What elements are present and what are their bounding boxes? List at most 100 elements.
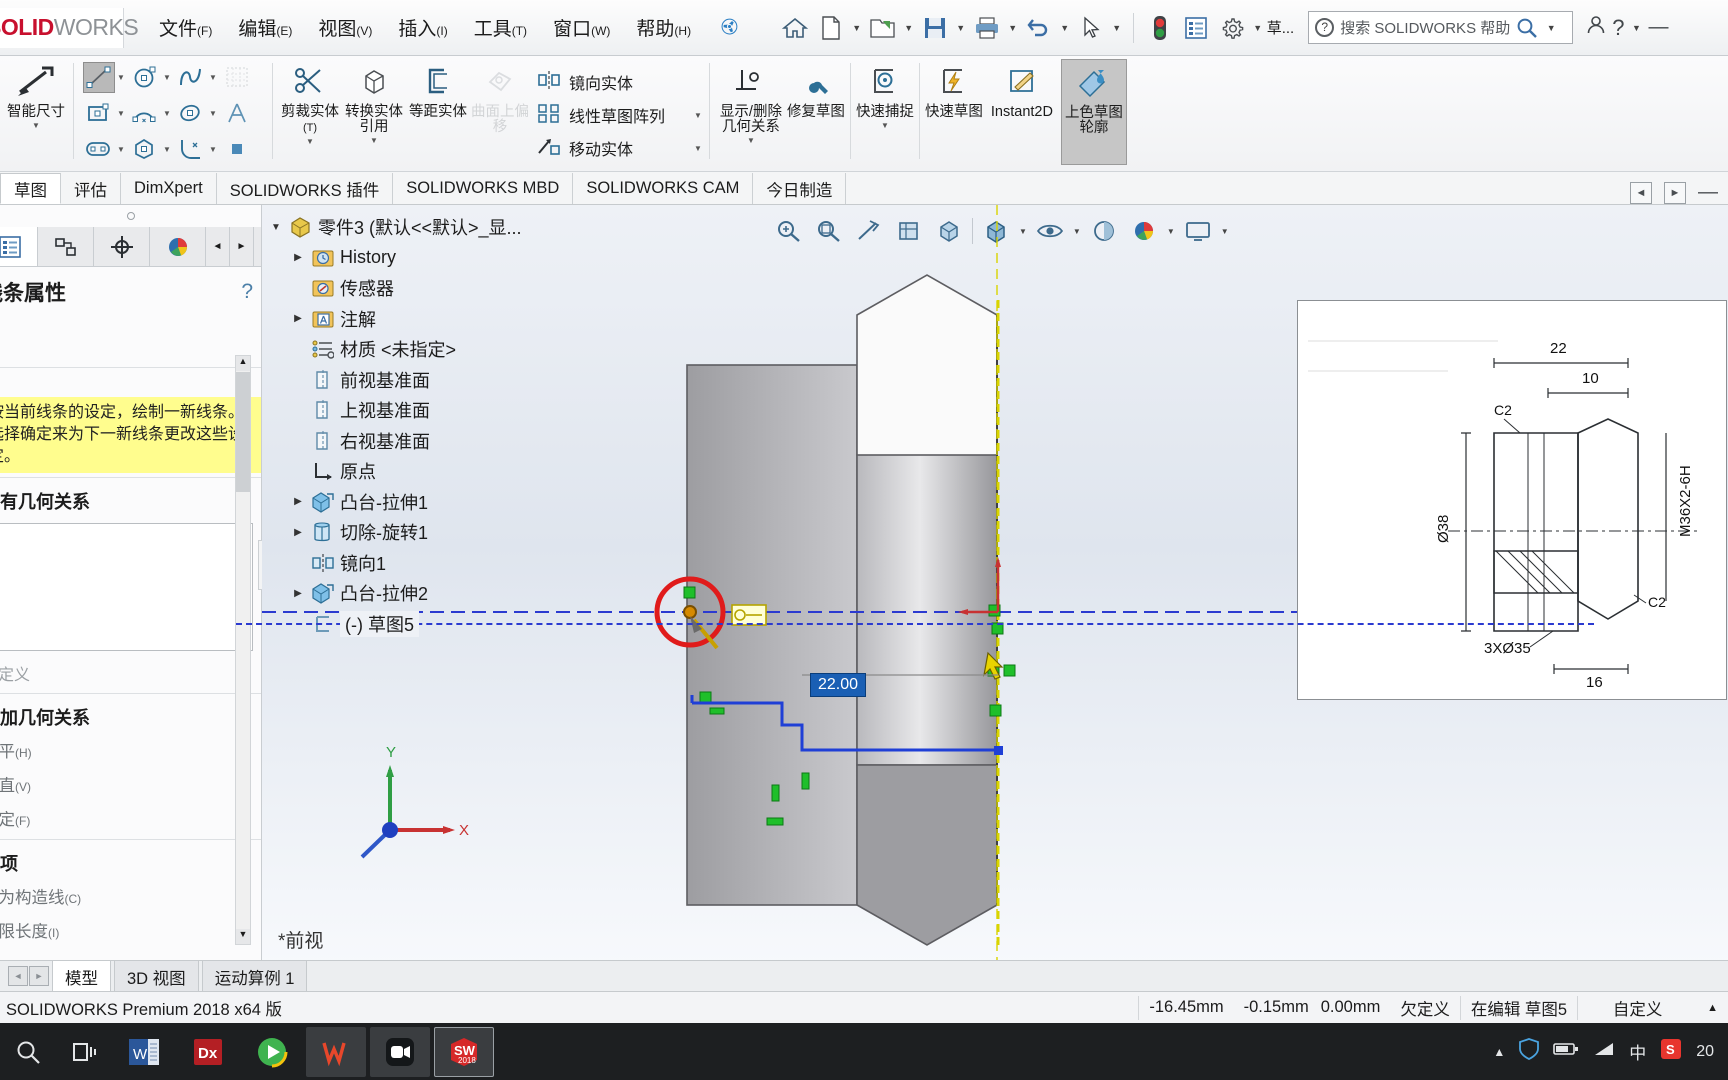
polygon-tool[interactable] (129, 134, 161, 165)
relation-horizontal-button[interactable]: 水平(H) (0, 733, 261, 767)
menu-insert[interactable]: 插入(I) (385, 8, 460, 47)
grid-tool[interactable] (221, 62, 253, 93)
quick-snaps-caret-icon[interactable]: ▼ (881, 121, 889, 130)
undo-caret-icon[interactable]: ▼ (1058, 23, 1072, 33)
ime-cn-icon[interactable]: 中 (1629, 1039, 1646, 1064)
user-account-icon[interactable] (1585, 14, 1607, 42)
taskbar-clock[interactable]: 20 (1696, 1043, 1714, 1061)
rectangle-tool[interactable] (83, 98, 115, 129)
help-caret-icon[interactable]: ▼ (1629, 23, 1643, 33)
select-arrow-icon[interactable] (1074, 9, 1108, 47)
task-view-icon[interactable] (56, 1023, 112, 1080)
expand-arrow-icon[interactable]: ▼ (268, 222, 284, 233)
option-construction-line-checkbox[interactable]: 作为构造线(C) (0, 879, 261, 913)
open-folder-icon[interactable] (866, 9, 900, 47)
trim-entities-button[interactable]: 剪裁实体(T) ▼ (278, 59, 342, 146)
undo-icon[interactable] (1022, 9, 1056, 47)
fillet-tool-caret-icon[interactable]: ▼ (207, 145, 219, 154)
line-tool[interactable] (83, 61, 115, 93)
convert-caret-icon[interactable]: ▼ (370, 136, 378, 145)
display-delete-relations-button[interactable]: 显示/删除几何关系 ▼ (715, 59, 787, 145)
tab-solidworks-mbd[interactable]: SOLIDWORKS MBD (393, 173, 574, 204)
menu-help[interactable]: 帮助(H) (623, 8, 704, 47)
expand-arrow-icon[interactable]: ▶ (290, 496, 306, 507)
property-manager-tab[interactable] (38, 227, 94, 266)
search-caret-icon[interactable]: ▼ (1544, 23, 1558, 33)
menu-tools[interactable]: 工具(T) (461, 8, 540, 47)
settings-caret-icon[interactable]: ▼ (1251, 23, 1265, 33)
settings-gear-icon[interactable] (1215, 9, 1249, 47)
display-manager-tab[interactable] (150, 227, 206, 266)
menu-edit[interactable]: 编辑(E) (225, 8, 305, 47)
active-tab-label[interactable]: 草... (1267, 17, 1295, 38)
scroll-up-arrow-icon[interactable]: ▲ (236, 356, 250, 371)
pin-icon[interactable]: ✇ (715, 12, 744, 43)
expand-arrow-icon[interactable]: ▶ (290, 527, 306, 538)
linear-pattern-caret-icon[interactable]: ▼ (672, 111, 702, 120)
manager-tabs-next-button[interactable]: ► (230, 227, 254, 266)
tab-solidworks-addins[interactable]: SOLIDWORKS 插件 (217, 173, 394, 204)
slot-tool-caret-icon[interactable]: ▼ (115, 145, 127, 154)
mirror-entities-item[interactable]: 镜向实体 (536, 66, 702, 99)
quick-snaps-button[interactable]: 快速捕捉 ▼ (856, 59, 914, 130)
tray-caret-icon[interactable]: ▲ (1493, 1045, 1505, 1059)
shield-icon[interactable] (1519, 1038, 1540, 1065)
open-caret-icon[interactable]: ▼ (902, 23, 916, 33)
ellipse-tool-caret-icon[interactable]: ▼ (207, 109, 219, 118)
offset-on-surface-button[interactable]: 曲面上偏移 (470, 59, 530, 135)
slot-tool[interactable] (83, 134, 115, 165)
rebuild-traffic-icon[interactable] (1143, 9, 1177, 47)
panel-drag-handle[interactable] (0, 205, 261, 227)
scroll-down-arrow-icon[interactable]: ▼ (236, 929, 250, 944)
print-caret-icon[interactable]: ▼ (1006, 23, 1020, 33)
panel-collapse-left-button[interactable]: ◄ (1630, 181, 1652, 204)
help-search-box[interactable]: ? 搜索 SOLIDWORKS 帮助 ▼ (1308, 11, 1574, 44)
tree-root-item[interactable]: ▼ 零件3 (默认<<默认>_显... (264, 212, 694, 243)
tab-evaluate[interactable]: 评估 (61, 173, 121, 204)
window-minimize-button[interactable]: — (1698, 181, 1718, 204)
circle-tool-caret-icon[interactable]: ▼ (161, 73, 173, 82)
spline-tool-caret-icon[interactable]: ▼ (207, 73, 219, 82)
status-custom-label[interactable]: 自定义 (1577, 995, 1697, 1020)
panel-collapse-right-button[interactable]: ► (1664, 181, 1686, 204)
feature-manager-tab[interactable] (0, 227, 38, 266)
options-list-icon[interactable] (1179, 9, 1213, 47)
spline-tool[interactable] (175, 62, 207, 93)
tab-solidworks-cam[interactable]: SOLIDWORKS CAM (573, 173, 754, 204)
relation-fix-button[interactable]: 固定(F) (0, 801, 261, 835)
tree-item[interactable]: ▶ 注解 (264, 304, 694, 335)
instant2d-button[interactable]: Instant2D (983, 59, 1061, 120)
move-entities-caret-icon[interactable]: ▼ (672, 144, 702, 153)
word-app[interactable]: W (114, 1027, 174, 1077)
offset-entities-button[interactable]: 等距实体 (406, 59, 470, 120)
text-tool[interactable] (221, 98, 253, 129)
solidworks-app[interactable]: SW 2018 (434, 1026, 494, 1077)
configuration-manager-tab[interactable] (94, 227, 150, 266)
linear-sketch-pattern-item[interactable]: 线性草图阵列 ▼ (536, 99, 702, 132)
tab-sketch[interactable]: 草图 (0, 173, 61, 204)
expand-arrow-icon[interactable]: ▶ (290, 588, 306, 599)
wps-app[interactable] (306, 1026, 366, 1077)
shaded-sketch-contours-button[interactable]: 上色草图轮廓 (1060, 59, 1127, 165)
window-minimize-icon[interactable]: — (1648, 16, 1668, 39)
tree-item[interactable]: 传感器 (264, 273, 694, 304)
rapid-sketch-button[interactable]: 快速草图 (925, 59, 983, 120)
expand-arrow-icon[interactable]: ▶ (290, 252, 306, 263)
home-icon[interactable] (778, 9, 812, 47)
help-question-icon[interactable]: ? (1612, 15, 1624, 41)
convert-entities-button[interactable]: 转换实体引用 ▼ (342, 59, 406, 145)
status-caret-icon[interactable]: ▲ (1697, 996, 1728, 1020)
circle-tool[interactable] (129, 62, 161, 93)
scrollbar-thumb[interactable] (236, 372, 250, 492)
menu-view[interactable]: 视图(V) (305, 8, 385, 47)
smart-dimension-button[interactable]: 智能尺寸 ▼ (4, 59, 68, 130)
new-document-caret-icon[interactable]: ▼ (850, 23, 864, 33)
trim-caret-icon[interactable]: ▼ (306, 137, 314, 146)
tree-item[interactable]: 镜向1 (264, 548, 694, 579)
tree-item[interactable]: (-) 草图5 (236, 609, 1594, 640)
point-tool[interactable] (221, 134, 253, 165)
save-icon[interactable] (918, 9, 952, 47)
feature-tree[interactable]: ▼ 零件3 (默认<<默认>_显... ▶ History 传感器 ▶ 注解 材质 <未指定>… (236, 212, 1594, 692)
tree-item[interactable]: 上视基准面 (264, 395, 694, 426)
tab-dimxpert[interactable]: DimXpert (121, 173, 217, 204)
